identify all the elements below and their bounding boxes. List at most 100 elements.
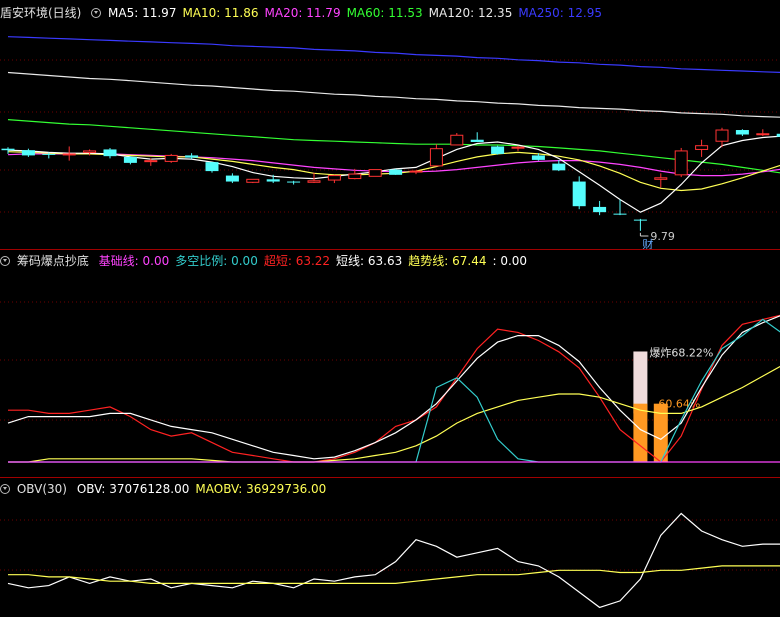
indicator-legend-label-3: 短线:: [336, 254, 368, 268]
candle-body-23: [470, 139, 484, 142]
candle-body-15: [307, 180, 321, 183]
obv-legend-0: OBV: 37076128.00: [77, 482, 190, 496]
candle-body-17: [348, 173, 362, 180]
obv-legend-label-1: MAOBV:: [195, 482, 247, 496]
candle-body-2: [42, 153, 56, 155]
candle-body-18: [368, 169, 382, 177]
indicator-legend-2: 超短: 63.22: [264, 254, 330, 268]
indicator-legend-value-1: 0.00: [231, 254, 258, 268]
candle-body-24: [491, 146, 505, 154]
obv-legend-label-0: OBV:: [76, 482, 110, 496]
dropdown-circle-icon[interactable]: [91, 8, 102, 18]
indicator-legend-1: 多空比例: 0.00: [175, 254, 258, 268]
candle-body-12: [246, 178, 260, 183]
candle-body-13: [266, 179, 280, 182]
candle-body-5: [103, 149, 117, 157]
indicator-legend-label-4: 趋势线:: [408, 254, 453, 268]
candle-body-22: [450, 134, 464, 146]
candle-body-7: [144, 160, 158, 163]
candle-body-34: [695, 145, 709, 150]
candle-body-16: [327, 175, 341, 181]
candle-body-8: [164, 154, 178, 162]
obv-panel-header: OBV(30) OBV: 37076128.00 MAOBV: 36929736.…: [0, 478, 338, 500]
price-legend-1: MA10: 11.86: [182, 6, 258, 20]
indicator-legend-4: 趋势线: 67.44: [408, 254, 486, 268]
ma250-line: [7, 36, 780, 73]
candle-body-4: [83, 150, 97, 153]
candle-body-30: [613, 213, 627, 215]
dropdown-circle-icon[interactable]: [0, 484, 10, 494]
indicator-panel-title: 筹码爆点抄底: [16, 254, 89, 268]
obv-legend-1: MAOBV: 36929736.00: [195, 482, 326, 496]
obv-indicator-legend: OBV: 37076128.00 MAOBV: 36929736.00: [77, 482, 333, 496]
obv-series-1: [8, 565, 780, 585]
candle-body-35: [715, 129, 729, 142]
indicator-legend-label-0: 基础线:: [98, 254, 143, 268]
ma120-line: [7, 71, 780, 118]
price-legend-value-2: 11.79: [306, 6, 341, 20]
obv-panel-title: OBV(30): [16, 482, 67, 496]
indicator-legend-label-1: 多空比例:: [175, 254, 232, 268]
price-legend-label-0: MA5:: [108, 6, 143, 20]
indicator-legend-5: : 0.00: [492, 254, 527, 268]
price-indicator-legend: MA5: 11.97 MA10: 11.86 MA20: 11.79 MA60: 11…: [108, 6, 608, 20]
candle-body-0: [1, 148, 15, 151]
indicator-legend-value-2: 63.22: [295, 254, 331, 268]
price-legend-value-3: 11.53: [388, 6, 423, 20]
indicator-legend: 基础线: 0.00 多空比例: 0.00 超短: 63.22 短线: 63.63 趋势线…: [99, 254, 533, 268]
candle-body-31: [633, 219, 647, 221]
stock-chart[interactable]: 9.79财爆炸68.22%60.64%: [0, 0, 780, 617]
candle-body-29: [593, 206, 607, 213]
candle-body-27: [552, 163, 566, 171]
candle-body-10: [205, 162, 219, 172]
indicator-panel-header: 筹码爆点抄底 基础线: 0.00 多空比例: 0.00 超短: 63.22 短线: 6…: [0, 250, 539, 272]
candle-body-20: [409, 170, 423, 173]
candle-body-32: [654, 177, 668, 180]
indicator-legend-value-4: 67.44: [452, 254, 487, 268]
price-legend-3: MA60: 11.53: [347, 6, 423, 20]
candle-body-37: [756, 133, 770, 136]
candle-body-9: [185, 155, 199, 158]
candle-body-25: [511, 146, 525, 149]
price-legend-label-1: MA10:: [182, 6, 225, 20]
ma60-line: [7, 119, 780, 174]
price-legend-value-5: 12.95: [567, 6, 603, 20]
obv-legend-value-0: 37076128.00: [109, 482, 190, 496]
price-legend-value-0: 11.97: [142, 6, 177, 20]
burst-label: 爆炸68.22%: [649, 345, 713, 359]
candle-body-14: [287, 181, 301, 183]
price-legend-4: MA120: 12.35: [429, 6, 513, 20]
obv-series-0: [7, 512, 780, 609]
orange-bar-0: [633, 403, 648, 462]
indicator-legend-value-0: 0.00: [142, 254, 170, 268]
indicator-series-1: [7, 315, 780, 460]
indicator-legend-value-5: 0.00: [500, 254, 528, 268]
candle-body-11: [225, 175, 239, 182]
indicator-legend-0: 基础线: 0.00: [99, 254, 170, 268]
candle-body-19: [389, 169, 403, 175]
candle-body-21: [429, 148, 443, 167]
price-panel-title: 盾安环境(日线): [0, 6, 82, 20]
indicator-legend-value-3: 63.63: [367, 254, 403, 268]
candle-body-3: [62, 153, 76, 156]
dropdown-circle-icon[interactable]: [0, 256, 10, 266]
price-legend-5: MA250: 12.95: [518, 6, 602, 20]
obv-legend-value-1: 36929736.00: [246, 482, 327, 496]
candle-body-26: [531, 155, 545, 160]
price-legend-label-5: MA250:: [518, 6, 568, 20]
candle-body-6: [123, 156, 137, 163]
candle-body-33: [674, 150, 688, 176]
indicator-legend-label-2: 超短:: [263, 254, 296, 268]
candle-body-36: [735, 130, 749, 135]
price-legend-label-4: MA120:: [428, 6, 478, 20]
price-legend-value-4: 12.35: [477, 6, 513, 20]
price-panel-header: 盾安环境(日线) MA5: 11.97 MA10: 11.86 MA20: 11.7…: [0, 2, 614, 24]
price-legend-2: MA20: 11.79: [265, 6, 341, 20]
low-price-label: 9.79: [650, 230, 675, 243]
price-legend-0: MA5: 11.97: [108, 6, 176, 20]
price-legend-value-1: 11.86: [224, 6, 259, 20]
candle-body-1: [21, 150, 35, 156]
price-legend-label-2: MA20:: [264, 6, 307, 20]
candle-body-28: [572, 181, 586, 207]
price-legend-label-3: MA60:: [346, 6, 389, 20]
